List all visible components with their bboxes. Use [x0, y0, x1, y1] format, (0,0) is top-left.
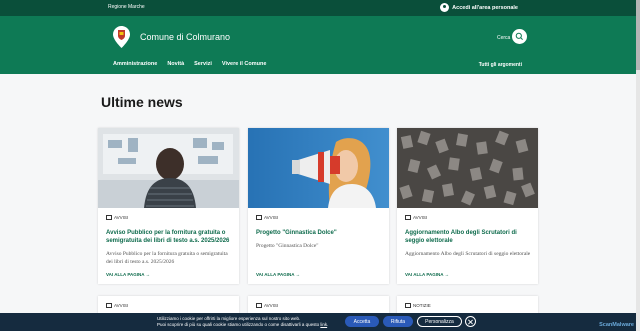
site-header: Comune di Colmurano Cerca Amministrazion… — [0, 16, 636, 74]
card-title[interactable]: Progetto "Ginnastica Dolce" — [256, 229, 382, 237]
nav-item-servizi[interactable]: Servizi — [194, 61, 212, 67]
page-scrollbar[interactable] — [636, 0, 640, 331]
card-description: Aggiornamento Albo degli Scrutatori di s… — [405, 251, 531, 257]
top-bar: Regione Marche Accedi all'area personale — [0, 0, 636, 16]
news-image-1 — [98, 128, 239, 208]
news-card[interactable]: AVVISI Aggiornamento Albo degli Scrutato… — [397, 128, 538, 284]
reject-button[interactable]: Rifiuta — [383, 316, 413, 327]
region-link[interactable]: Regione Marche — [108, 4, 145, 10]
calendar-icon — [256, 215, 262, 220]
card-category: AVVISI — [106, 215, 128, 220]
calendar-icon — [405, 303, 411, 308]
search-button[interactable] — [512, 29, 527, 44]
card-description: Avviso Pubblico per la fornitura gratuit… — [106, 251, 228, 265]
card-read-more-link[interactable]: VAI ALLA PAGINA → — [405, 272, 449, 277]
news-image-3 — [397, 128, 538, 208]
arrow-right-icon: → — [294, 272, 301, 277]
card-read-more-link[interactable]: VAI ALLA PAGINA → — [106, 272, 150, 277]
news-card[interactable]: AVVISI Avviso Pubblico per la fornitura … — [98, 128, 239, 284]
card-description: Progetto "Ginnastica Dolce" — [256, 243, 319, 249]
card-category: AVVISI — [256, 215, 278, 220]
customize-button[interactable]: Personalizza — [417, 316, 462, 327]
card-read-more-link[interactable]: VAI ALLA PAGINA → — [256, 272, 300, 277]
scrollbar-thumb[interactable] — [636, 0, 640, 70]
watermark: ScanMalware — [599, 322, 634, 328]
calendar-icon — [106, 303, 112, 308]
municipality-crest-icon[interactable] — [113, 26, 130, 48]
site-name[interactable]: Comune di Colmurano — [140, 32, 230, 42]
user-icon — [440, 3, 450, 12]
calendar-icon — [106, 215, 112, 220]
news-image-2 — [248, 128, 389, 208]
nav-item-novita[interactable]: Novità — [167, 61, 184, 67]
arrow-right-icon: → — [144, 272, 151, 277]
card-category: NOTIZIE — [405, 303, 431, 308]
cookie-banner: Utilizziamo i cookie per offrirti la mig… — [0, 313, 636, 331]
cookie-text: Utilizziamo i cookie per offrirti la mig… — [157, 316, 329, 327]
calendar-icon — [256, 303, 262, 308]
card-category: AVVISI — [256, 303, 278, 308]
cookie-policy-link[interactable]: link — [320, 322, 327, 327]
nav-item-vivere[interactable]: Vivere il Comune — [222, 61, 267, 67]
arrow-right-icon: → — [443, 272, 450, 277]
close-icon[interactable] — [465, 316, 476, 327]
card-category: AVVISI — [106, 303, 128, 308]
search-label: Cerca — [497, 35, 511, 41]
main-nav: Amministrazione Novità Servizi Vivere il… — [113, 61, 266, 67]
page-title: Ultime news — [101, 94, 183, 110]
login-label: Accedi all'area personale — [452, 4, 518, 11]
calendar-icon — [405, 215, 411, 220]
card-category: AVVISI — [405, 215, 427, 220]
nav-item-amministrazione[interactable]: Amministrazione — [113, 61, 157, 67]
card-title[interactable]: Aggiornamento Albo degli Scrutatori di s… — [405, 229, 531, 245]
card-title[interactable]: Avviso Pubblico per la fornitura gratuit… — [106, 229, 232, 245]
accept-button[interactable]: Accetta — [345, 316, 379, 327]
login-button[interactable]: Accedi all'area personale — [440, 3, 518, 12]
news-card[interactable]: AVVISI Progetto "Ginnastica Dolce" Proge… — [248, 128, 389, 284]
all-topics-link[interactable]: Tutti gli argomenti — [479, 62, 522, 68]
search-icon — [515, 32, 523, 40]
